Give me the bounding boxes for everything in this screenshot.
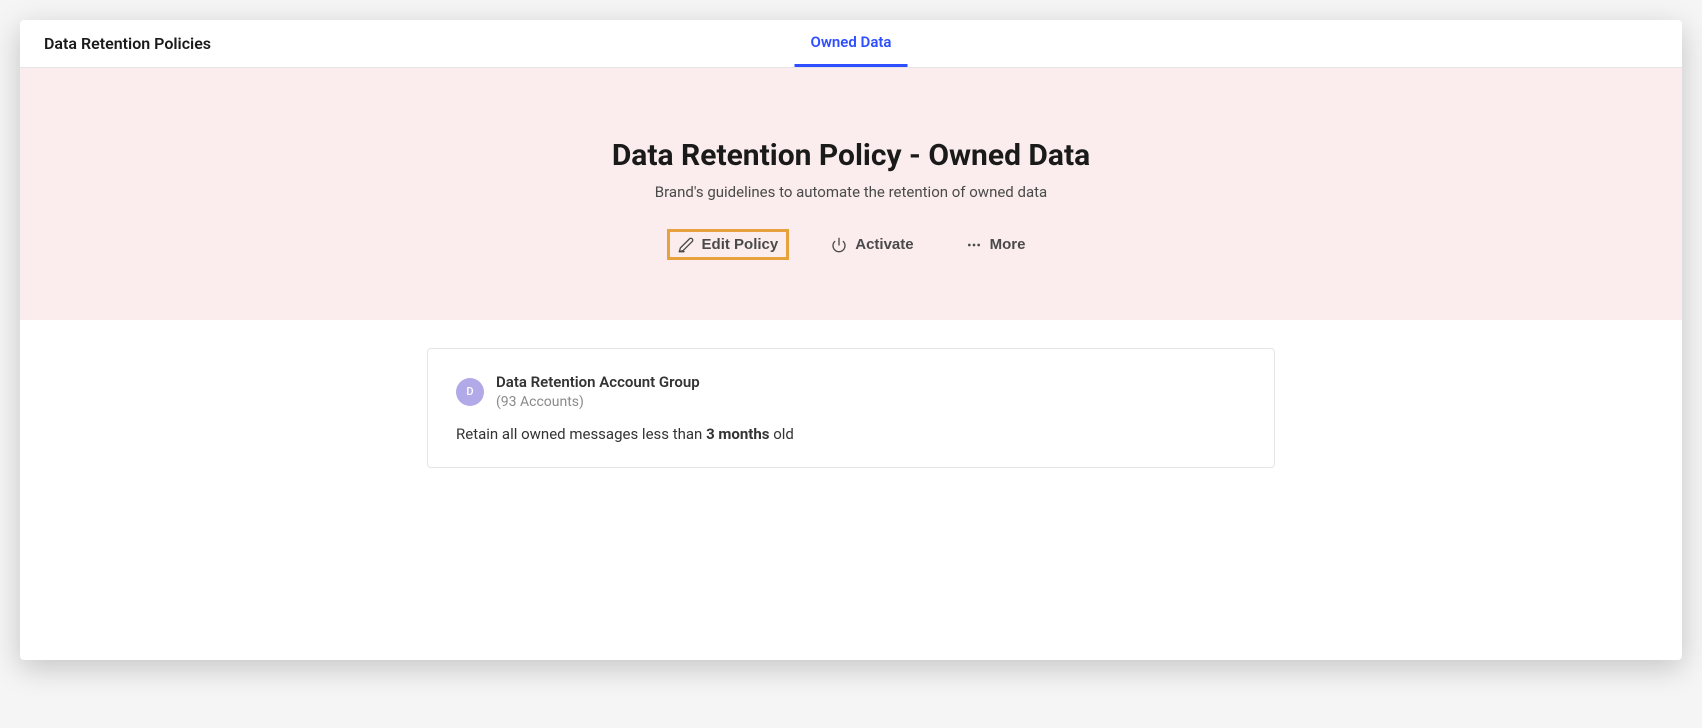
page-title: Data Retention Policies — [44, 34, 211, 53]
tabs-container: Owned Data — [795, 20, 908, 67]
desc-post: old — [769, 425, 793, 443]
desc-pre: Retain all owned messages less than — [456, 425, 706, 443]
policy-description: Retain all owned messages less than 3 mo… — [456, 425, 1246, 443]
page-header: Data Retention Policies Owned Data — [20, 20, 1682, 68]
action-bar: Edit Policy Activate — [40, 229, 1662, 260]
card-header: D Data Retention Account Group (93 Accou… — [456, 373, 1246, 411]
tab-owned-data[interactable]: Owned Data — [795, 20, 908, 67]
edit-policy-button[interactable]: Edit Policy — [667, 229, 790, 260]
dots-icon — [966, 237, 982, 253]
activate-button[interactable]: Activate — [821, 230, 923, 259]
power-icon — [831, 237, 847, 253]
activate-label: Activate — [855, 236, 913, 253]
card-title-block: Data Retention Account Group (93 Account… — [496, 373, 700, 411]
hero-section: Data Retention Policy - Owned Data Brand… — [20, 68, 1682, 320]
group-name: Data Retention Account Group — [496, 373, 700, 393]
more-button[interactable]: More — [956, 230, 1036, 259]
avatar: D — [456, 378, 484, 406]
more-label: More — [990, 236, 1026, 253]
account-count: (93 Accounts) — [496, 393, 700, 411]
hero-title: Data Retention Policy - Owned Data — [40, 138, 1662, 173]
desc-duration: 3 months — [706, 425, 769, 443]
app-window: Data Retention Policies Owned Data Data … — [20, 20, 1682, 660]
pencil-icon — [678, 237, 694, 253]
hero-subtitle: Brand's guidelines to automate the reten… — [40, 183, 1662, 201]
edit-policy-label: Edit Policy — [702, 236, 779, 253]
policy-card: D Data Retention Account Group (93 Accou… — [427, 348, 1275, 468]
content-area: D Data Retention Account Group (93 Accou… — [20, 320, 1682, 496]
